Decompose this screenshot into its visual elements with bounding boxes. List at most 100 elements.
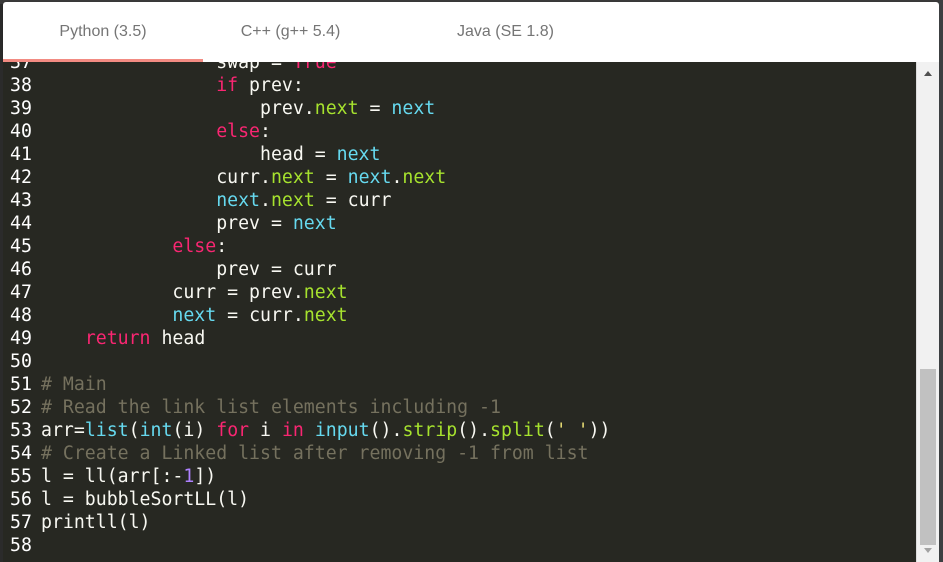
- code-line: 55 l = ll(arr[:-1]): [3, 465, 916, 488]
- line-number: 52: [10, 397, 32, 418]
- code-token: ' ': [555, 420, 589, 441]
- tab-python[interactable]: Python (3.5): [3, 2, 203, 62]
- code-token: for: [216, 420, 250, 441]
- code-line: 48 next = curr.next: [3, 304, 916, 327]
- scroll-up-arrow-icon[interactable]: [924, 71, 932, 76]
- line-number: 44: [10, 213, 32, 234]
- code-token: ]): [194, 466, 217, 487]
- code-token: next: [303, 305, 348, 326]
- code-token: else: [216, 121, 261, 142]
- line-number: 56: [10, 489, 32, 510]
- code-token: l = bubbleSortLL(l): [41, 489, 250, 510]
- code-token: next: [216, 190, 261, 211]
- code-token: i: [249, 420, 282, 441]
- code-token: next: [402, 167, 447, 188]
- code-lines: 37 swap = True 38 if prev: 39 prev.next = …: [3, 62, 916, 557]
- code-line: 47 curr = prev.next: [3, 281, 916, 304]
- code-token: next: [314, 98, 359, 119]
- code-token: (i): [172, 420, 217, 441]
- code-line: 44 prev = next: [3, 212, 916, 235]
- line-number: 58: [10, 535, 32, 556]
- code-token: in: [281, 420, 304, 441]
- code-line: 51 # Main: [3, 373, 916, 396]
- code-line: 43 next.next = curr: [3, 189, 916, 212]
- line-number: 53: [10, 420, 32, 441]
- code-line: 41 head = next: [3, 143, 916, 166]
- code-line: 56 l = bubbleSortLL(l): [3, 488, 916, 511]
- code-line: 37 swap = True: [3, 62, 916, 74]
- code-token: next: [172, 305, 217, 326]
- code-token: head: [150, 328, 206, 349]
- code-line: 40 else:: [3, 120, 916, 143]
- code-token: head =: [41, 144, 337, 165]
- code-token: curr = prev.: [41, 282, 304, 303]
- code-token: # Read the link list elements including …: [41, 397, 501, 418]
- code-line: 46 prev = curr: [3, 258, 916, 281]
- tab-cpp[interactable]: C++ (g++ 5.4): [203, 2, 378, 62]
- code-line: 45 else:: [3, 235, 916, 258]
- window-right-edge: [939, 0, 943, 562]
- code-token: 1: [183, 466, 195, 487]
- line-number: 37: [10, 62, 32, 73]
- code-token: curr.: [41, 167, 271, 188]
- code-token: .: [391, 167, 403, 188]
- code-token: strip: [402, 420, 458, 441]
- code-token: )): [588, 420, 611, 441]
- code-token: prev =: [41, 213, 293, 234]
- code-token: next: [347, 167, 392, 188]
- code-token: :: [216, 236, 228, 257]
- code-line: 54 # Create a Linked list after removing …: [3, 442, 916, 465]
- vertical-scrollbar[interactable]: [916, 62, 939, 562]
- code-line: 42 curr.next = next.next: [3, 166, 916, 189]
- code-token: next: [270, 167, 315, 188]
- code-token: prev = curr: [41, 259, 337, 280]
- line-number: 48: [10, 305, 32, 326]
- line-number: 51: [10, 374, 32, 395]
- scroll-thumb[interactable]: [920, 369, 936, 545]
- code-token: ().: [457, 420, 491, 441]
- code-token: =: [314, 167, 348, 188]
- code-token: list: [84, 420, 129, 441]
- code-token: = curr.: [216, 305, 304, 326]
- code-line: 49 return head: [3, 327, 916, 350]
- code-token: if: [216, 75, 239, 96]
- line-number: 41: [10, 144, 32, 165]
- code-token: True: [292, 62, 337, 73]
- scroll-down-arrow-icon[interactable]: [924, 548, 932, 553]
- code-token: # Create a Linked list after removing -1…: [41, 443, 589, 464]
- code-token: else: [172, 236, 217, 257]
- code-token: return: [84, 328, 151, 349]
- code-token: = curr: [314, 190, 392, 211]
- code-token: printll(l): [41, 512, 151, 533]
- code-editor[interactable]: 37 swap = True 38 if prev: 39 prev.next = …: [3, 62, 916, 562]
- code-token: .: [260, 190, 271, 211]
- language-tab-bar: Python (3.5) C++ (g++ 5.4) Java (SE 1.8): [3, 2, 939, 62]
- line-number: 57: [10, 512, 32, 533]
- code-token: ().: [369, 420, 403, 441]
- code-token: next: [303, 282, 348, 303]
- code-line: 53 arr=list(int(i) for i in input().strip…: [3, 419, 916, 442]
- code-line: 38 if prev:: [3, 74, 916, 97]
- code-token: =: [358, 98, 392, 119]
- line-number: 47: [10, 282, 32, 303]
- line-number: 45: [10, 236, 32, 257]
- code-token: input: [314, 420, 370, 441]
- line-number: 43: [10, 190, 32, 211]
- code-token: (: [128, 420, 140, 441]
- code-line: 39 prev.next = next: [3, 97, 916, 120]
- line-number: 42: [10, 167, 32, 188]
- code-token: split: [490, 420, 545, 441]
- code-token: int: [139, 420, 173, 441]
- tab-java[interactable]: Java (SE 1.8): [418, 2, 593, 62]
- code-token: :: [260, 121, 271, 142]
- code-line: 52 # Read the link list elements includin…: [3, 396, 916, 419]
- code-line: 50: [3, 350, 916, 373]
- code-line: 57 printll(l): [3, 511, 916, 534]
- code-token: prev:: [238, 75, 304, 96]
